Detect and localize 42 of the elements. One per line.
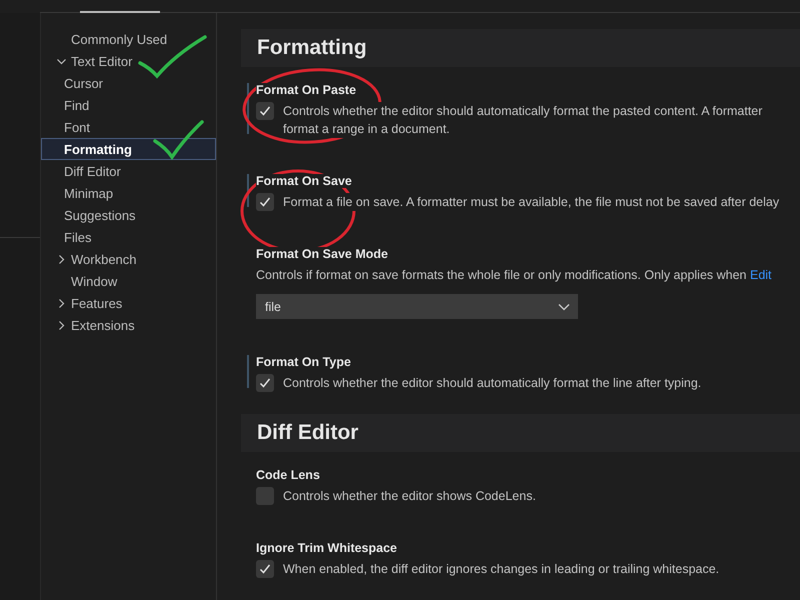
section-title: Diff Editor (257, 421, 358, 445)
checkmark-annotation (153, 120, 204, 159)
checkbox[interactable] (256, 193, 274, 211)
dropdown[interactable]: file (256, 294, 578, 319)
chevron-right-icon[interactable] (56, 298, 67, 308)
tree-item[interactable]: Workbench (41, 248, 216, 270)
check-icon (259, 105, 271, 117)
checkmark-annotation (138, 35, 207, 78)
chevron-right-icon[interactable] (56, 320, 67, 330)
setting-title: Code Lens (256, 468, 320, 482)
checkbox[interactable] (256, 487, 274, 505)
setting-title: Format On Save (256, 174, 352, 188)
setting-description: Format a file on save. A formatter must be available, the file must not be saved after delay (283, 193, 780, 211)
check-icon (259, 377, 271, 389)
chevron-down-icon (558, 302, 570, 310)
tree-item[interactable]: Window (41, 270, 216, 292)
setting-description: Controls whether the editor should automatically format the pasted content. A formatter (283, 102, 762, 120)
setting-title: Ignore Trim Whitespace (256, 541, 398, 555)
setting-link[interactable]: Edit (750, 268, 772, 282)
tree-item[interactable]: Features (41, 292, 216, 314)
tree-item[interactable]: Cursor (41, 72, 216, 94)
setting-description: format a range in a document. (283, 120, 450, 138)
checkbox[interactable] (256, 560, 274, 578)
tree-item[interactable]: Commonly Used (41, 28, 216, 50)
section-title: Formatting (257, 36, 367, 60)
checkbox[interactable] (256, 102, 274, 120)
tree-item[interactable]: Extensions (41, 314, 216, 336)
chevron-right-icon[interactable] (56, 254, 67, 264)
setting-title: Format On Paste (256, 83, 356, 97)
tree-item[interactable]: Find (41, 94, 216, 116)
tree-item[interactable]: Font (41, 116, 216, 138)
checkbox[interactable] (256, 374, 274, 392)
tree-item[interactable]: Files (41, 226, 216, 248)
tree-item[interactable]: Diff Editor (41, 160, 216, 182)
tree-item[interactable]: Formatting (41, 138, 216, 160)
tree-item[interactable]: Text Editor (41, 50, 216, 72)
tree-item[interactable]: Suggestions (41, 204, 216, 226)
tree-item[interactable]: Minimap (41, 182, 216, 204)
check-icon (259, 563, 271, 575)
check-icon (259, 196, 271, 208)
setting-title: Format On Type (256, 355, 351, 369)
setting-title: Format On Save Mode (256, 247, 388, 261)
